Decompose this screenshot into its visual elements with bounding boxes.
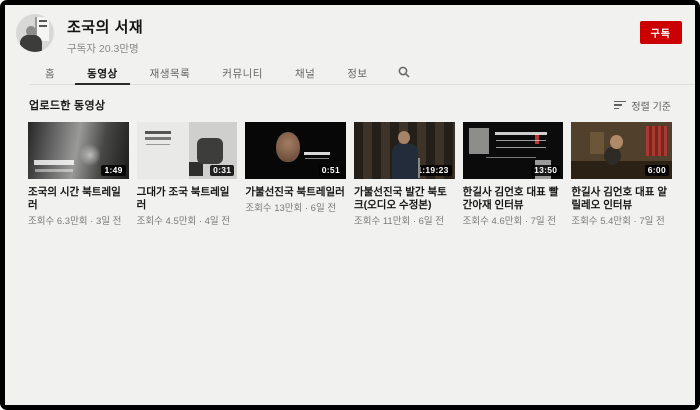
video-title[interactable]: 가불선진국 발간 북토크(오디오 수정본) (354, 186, 455, 212)
section-title: 업로드한 동영상 (29, 100, 106, 112)
video-thumbnail[interactable]: 13:50 (462, 122, 564, 179)
tab-channels[interactable]: 채널 (279, 60, 331, 84)
tab-playlists[interactable]: 재생목록 (134, 60, 207, 84)
video-meta: 조회수 11만회 · 6일 전 (353, 216, 445, 227)
sort-button[interactable]: 정렬 기준 (614, 98, 671, 113)
video-card[interactable]: 13:50 한길사 김언호 대표 빨간아재 인터뷰 조회수 4.6만회 · 7일… (462, 122, 564, 228)
tab-home[interactable]: 홈 (29, 60, 71, 84)
channel-avatar[interactable] (16, 14, 54, 52)
tab-videos[interactable]: 동영상 (71, 60, 133, 85)
video-thumbnail[interactable]: 0:51 (245, 122, 346, 179)
video-card[interactable]: 0:51 가불선진국 북트레일러 조회수 13만회 · 6일 전 (245, 122, 346, 228)
video-grid: 1:49 조국의 시간 북트레일러 조회수 6.3만회 · 3일 전 0:31 … (5, 122, 695, 228)
video-title[interactable]: 한길사 김언호 대표 알릴레오 인터뷰 (571, 186, 672, 212)
duration-badge: 1:19:23 (414, 165, 452, 176)
video-meta: 조회수 4.6만회 · 7일 전 (462, 216, 557, 227)
duration-badge: 1:49 (101, 165, 126, 176)
tab-community[interactable]: 커뮤니티 (206, 60, 279, 84)
subscriber-count: 구독자 20.3만명 (67, 43, 139, 55)
video-title[interactable]: 조국의 시간 북트레일러 (28, 186, 129, 212)
video-meta: 조회수 5.4만회 · 7일 전 (571, 216, 665, 227)
search-icon (398, 66, 410, 78)
channel-page: 조국의 서재 구독자 20.3만명 구독 홈 동영상 재생목록 커뮤니티 채널 … (5, 5, 695, 405)
video-title[interactable]: 그대가 조국 북트레일러 (137, 186, 238, 212)
sort-label: 정렬 기준 (631, 101, 671, 113)
screenshot-frame: 조국의 서재 구독자 20.3만명 구독 홈 동영상 재생목록 커뮤니티 채널 … (0, 0, 700, 410)
tab-about[interactable]: 정보 (331, 60, 383, 84)
duration-badge: 0:51 (318, 165, 343, 176)
avatar-person-art (20, 35, 42, 52)
video-card[interactable]: 0:31 그대가 조국 북트레일러 조회수 4.5만회 · 4일 전 (136, 122, 238, 228)
video-title[interactable]: 가불선진국 북트레일러 (245, 186, 346, 199)
video-title[interactable]: 한길사 김언호 대표 빨간아재 인터뷰 (463, 186, 564, 212)
video-thumbnail[interactable]: 1:49 (28, 122, 129, 179)
video-card[interactable]: 1:19:23 가불선진국 발간 북토크(오디오 수정본) 조회수 11만회 ·… (353, 122, 455, 228)
channel-info: 조국의 서재 구독자 20.3만명 (67, 14, 143, 56)
channel-tabs: 홈 동영상 재생목록 커뮤니티 채널 정보 (29, 60, 695, 85)
duration-badge: 13:50 (531, 165, 561, 176)
video-card[interactable]: 1:49 조국의 시간 북트레일러 조회수 6.3만회 · 3일 전 (28, 122, 129, 228)
section-bar: 업로드한 동영상 정렬 기준 (5, 85, 695, 122)
video-meta: 조회수 4.5만회 · 4일 전 (136, 216, 231, 227)
sort-icon (614, 100, 627, 110)
channel-name: 조국의 서재 (67, 19, 144, 36)
duration-badge: 0:31 (210, 165, 235, 176)
video-thumbnail[interactable]: 1:19:23 (353, 122, 455, 179)
video-card[interactable]: 6:00 한길사 김언호 대표 알릴레오 인터뷰 조회수 5.4만회 · 7일 … (571, 122, 672, 228)
video-meta: 조회수 6.3만회 · 3일 전 (28, 216, 122, 227)
video-thumbnail[interactable]: 6:00 (571, 122, 672, 179)
channel-header: 조국의 서재 구독자 20.3만명 구독 (5, 5, 695, 58)
subscribe-button[interactable]: 구독 (639, 21, 682, 44)
video-meta: 조회수 13만회 · 6일 전 (245, 203, 337, 214)
duration-badge: 6:00 (644, 165, 669, 176)
video-thumbnail[interactable]: 0:31 (136, 122, 238, 179)
channel-search-button[interactable] (384, 60, 424, 84)
